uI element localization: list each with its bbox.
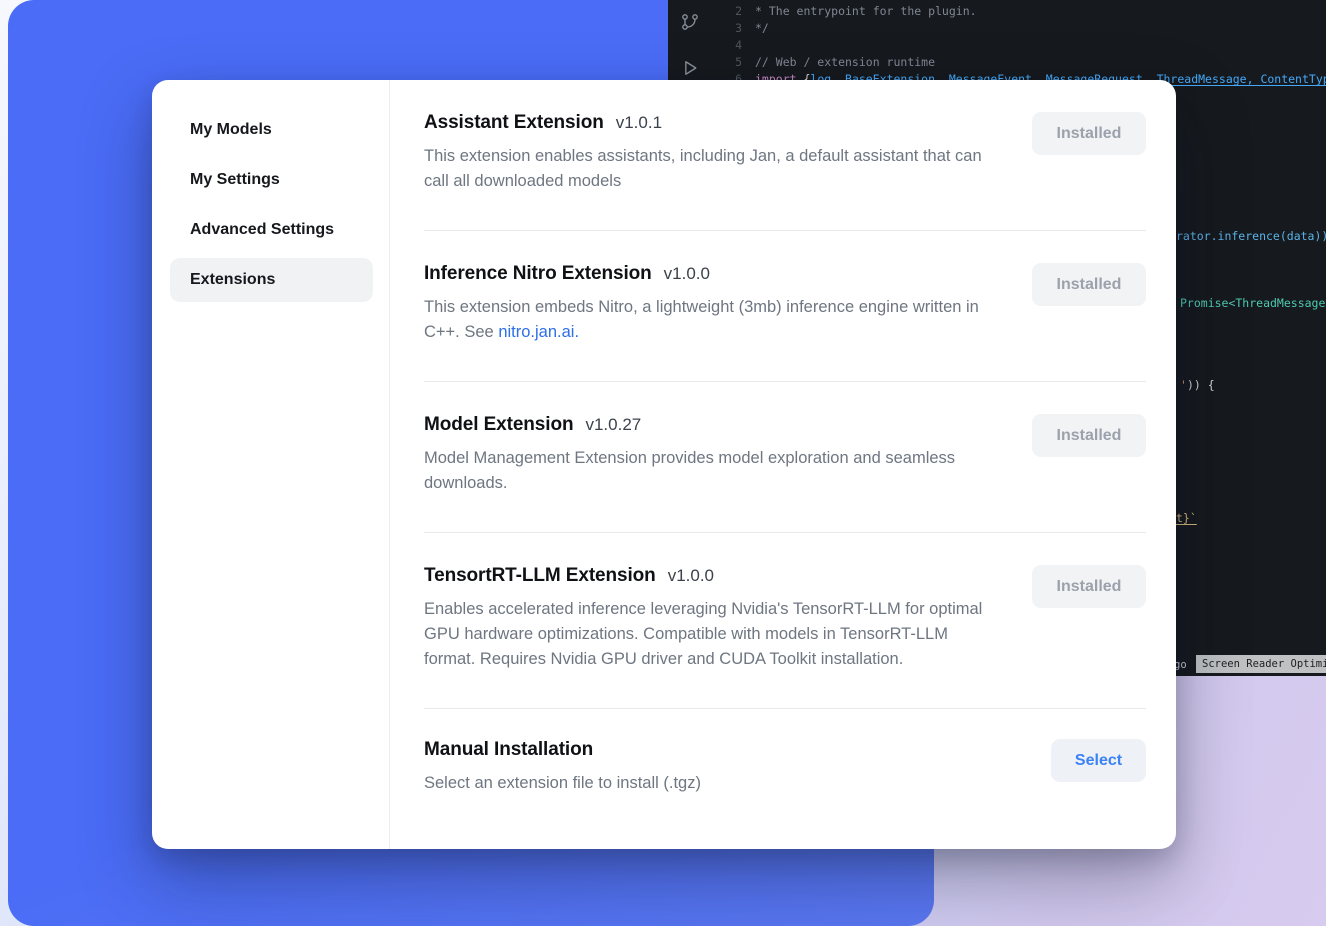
editor-code-area: 2 * The entrypoint for the plugin. 3 */ … [712,3,1326,88]
code-text: // Web / extension runtime [755,54,935,71]
manual-installation-description: Select an extension file to install (.tg… [424,771,701,796]
extension-description: Model Management Extension provides mode… [424,446,1002,496]
extension-info: Assistant Extension v1.0.1 This extensio… [424,112,1002,194]
extension-version: v1.0.0 [664,264,710,284]
extension-row-tensorrt: TensortRT-LLM Extension v1.0.0 Enables a… [424,533,1146,709]
installed-button[interactable]: Installed [1032,565,1146,608]
git-branch-icon[interactable] [680,12,700,37]
extension-row-assistant: Assistant Extension v1.0.1 This extensio… [424,80,1146,231]
code-rest: )) { [1187,378,1215,392]
installed-button[interactable]: Installed [1032,112,1146,155]
settings-sidebar: My Models My Settings Advanced Settings … [152,80,390,849]
code-quote: ' [1180,378,1187,392]
extension-title-line: Inference Nitro Extension v1.0.0 [424,263,1002,285]
code-line: 4 [712,37,1326,54]
extension-title-line: TensortRT-LLM Extension v1.0.0 [424,565,1002,587]
code-fragment: t}` [1176,510,1197,527]
extension-version: v1.0.27 [585,415,641,435]
nitro-jan-ai-link[interactable]: nitro.jan.ai. [498,323,579,341]
select-file-button[interactable]: Select [1051,739,1146,782]
extension-row-nitro: Inference Nitro Extension v1.0.0 This ex… [424,231,1146,382]
sidebar-item-extensions[interactable]: Extensions [170,258,373,302]
code-text: */ [755,20,769,37]
extension-title: Model Extension [424,414,573,436]
extension-version: v1.0.0 [668,566,714,586]
extensions-panel: Assistant Extension v1.0.1 This extensio… [390,80,1176,849]
code-line: 3 */ [712,20,1326,37]
installed-button[interactable]: Installed [1032,263,1146,306]
extension-info: TensortRT-LLM Extension v1.0.0 Enables a… [424,565,1002,672]
code-text: * The entrypoint for the plugin. [755,3,977,20]
line-number: 3 [712,20,742,37]
code-fragment: rator.inference(data)); [1176,228,1326,245]
sidebar-item-my-settings[interactable]: My Settings [170,158,373,202]
screen-reader-optimize-badge[interactable]: Screen Reader Optimize [1196,655,1326,673]
sidebar-item-my-models[interactable]: My Models [170,108,373,152]
extension-title: Assistant Extension [424,112,604,134]
extension-info: Manual Installation Select an extension … [424,739,701,796]
code-line: 2 * The entrypoint for the plugin. [712,3,1326,20]
extension-title: TensortRT-LLM Extension [424,565,656,587]
manual-installation-row: Manual Installation Select an extension … [424,709,1146,820]
code-fragment: Promise<ThreadMessage> [1180,295,1326,312]
code-line: 5 // Web / extension runtime [712,54,1326,71]
extension-version: v1.0.1 [616,113,662,133]
extension-info: Inference Nitro Extension v1.0.0 This ex… [424,263,1002,345]
extension-row-model: Model Extension v1.0.27 Model Management… [424,382,1146,533]
settings-modal: My Models My Settings Advanced Settings … [152,80,1176,849]
desktop-background: 2 * The entrypoint for the plugin. 3 */ … [0,0,1326,926]
extension-title-line: Model Extension v1.0.27 [424,414,1002,436]
line-number: 2 [712,3,742,20]
sidebar-item-advanced-settings[interactable]: Advanced Settings [170,208,373,252]
installed-button[interactable]: Installed [1032,414,1146,457]
line-number: 5 [712,54,742,71]
extension-description: This extension embeds Nitro, a lightweig… [424,295,1002,345]
line-number: 4 [712,37,742,54]
extension-description: Enables accelerated inference leveraging… [424,597,1002,672]
extension-info: Model Extension v1.0.27 Model Management… [424,414,1002,496]
code-fragment: ')) { [1180,377,1215,394]
extension-title: Inference Nitro Extension [424,263,652,285]
manual-installation-title-line: Manual Installation [424,739,701,761]
manual-installation-title: Manual Installation [424,739,593,761]
extension-title-line: Assistant Extension v1.0.1 [424,112,1002,134]
extension-description: This extension enables assistants, inclu… [424,144,1002,194]
